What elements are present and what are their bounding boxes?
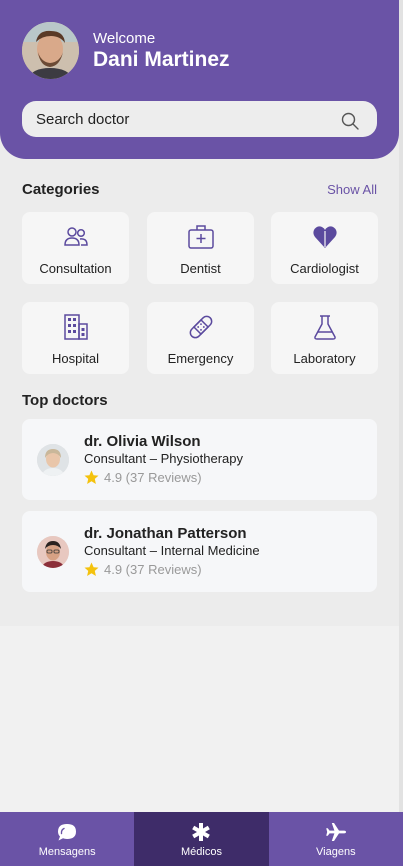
- search-icon[interactable]: [341, 112, 359, 130]
- hospital-icon: [64, 314, 88, 340]
- search-bar[interactable]: [22, 101, 377, 137]
- doctor-rating: 4.9 (37 Reviews): [84, 562, 202, 577]
- show-all-link[interactable]: Show All: [327, 182, 377, 197]
- doctor-card[interactable]: dr. Jonathan Patterson Consultant – Inte…: [22, 511, 377, 592]
- chat-icon: [58, 824, 77, 841]
- doctor-avatar: [37, 536, 69, 568]
- rating-text: 4.9 (37 Reviews): [104, 470, 202, 485]
- top-doctors-title: Top doctors: [22, 392, 108, 409]
- user-name: Dani Martinez: [93, 48, 230, 71]
- people-icon: [64, 227, 88, 246]
- category-dentist[interactable]: Dentist: [147, 212, 254, 284]
- category-label: Emergency: [167, 351, 234, 366]
- airplane-icon: [326, 823, 346, 841]
- user-avatar[interactable]: [22, 22, 79, 79]
- doctor-name: dr. Jonathan Patterson: [84, 525, 247, 542]
- category-consultation[interactable]: Consultation: [22, 212, 129, 284]
- category-label: Cardiologist: [290, 261, 359, 276]
- categories-title: Categories: [22, 181, 100, 198]
- star-icon: [84, 470, 99, 484]
- nav-item-viagens[interactable]: Viagens: [269, 812, 403, 866]
- category-emergency[interactable]: Emergency: [147, 302, 254, 374]
- welcome-text: Welcome: [93, 30, 156, 47]
- bottom-navigation: Mensagens Médicos Viagens: [0, 812, 403, 866]
- doctor-name: dr. Olivia Wilson: [84, 433, 201, 450]
- scrollbar[interactable]: [399, 0, 403, 812]
- nav-label: Mensagens: [38, 846, 96, 858]
- category-cardiologist[interactable]: Cardiologist: [271, 212, 378, 284]
- doctor-card[interactable]: dr. Olivia Wilson Consultant – Physiothe…: [22, 419, 377, 500]
- flask-icon: [314, 315, 336, 340]
- rating-text: 4.9 (37 Reviews): [104, 562, 202, 577]
- star-icon: [84, 562, 99, 576]
- asterisk-icon: [192, 823, 211, 841]
- bandage-icon: [189, 315, 213, 339]
- category-label: Consultation: [39, 261, 112, 276]
- nav-item-medicos[interactable]: Médicos: [134, 812, 269, 866]
- doctor-avatar: [37, 444, 69, 476]
- nav-label: Médicos: [181, 846, 222, 858]
- category-laboratory[interactable]: Laboratory: [271, 302, 378, 374]
- doctor-specialty: Consultant – Physiotherapy: [84, 451, 243, 466]
- medical-kit-icon: [188, 225, 214, 249]
- nav-label: Viagens: [316, 846, 356, 858]
- doctor-rating: 4.9 (37 Reviews): [84, 470, 202, 485]
- heart-icon: [313, 226, 337, 248]
- profile-header: Welcome Dani Martinez: [0, 0, 399, 159]
- category-hospital[interactable]: Hospital: [22, 302, 129, 374]
- category-label: Laboratory: [293, 351, 356, 366]
- search-input[interactable]: [36, 101, 336, 137]
- category-label: Dentist: [180, 261, 221, 276]
- category-label: Hospital: [52, 351, 99, 366]
- nav-item-mensagens[interactable]: Mensagens: [0, 812, 134, 866]
- doctor-specialty: Consultant – Internal Medicine: [84, 543, 260, 558]
